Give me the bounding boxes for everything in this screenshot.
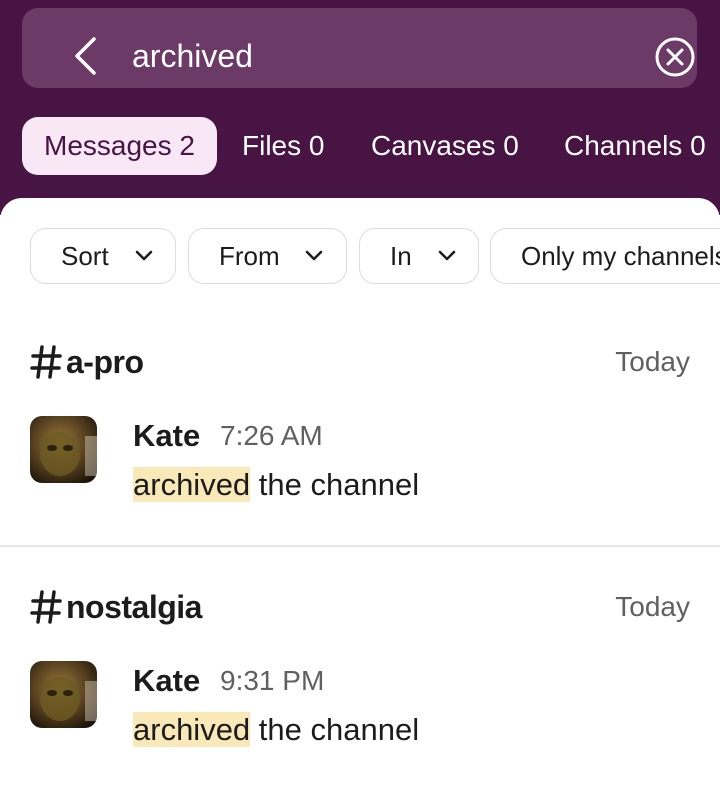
chevron-down-icon: [135, 250, 153, 261]
in-filter-button[interactable]: In: [359, 228, 479, 284]
message-author[interactable]: Kate: [133, 661, 200, 701]
avatar[interactable]: [30, 416, 97, 483]
results-panel: Sort From In Only my channels a-pro Toda…: [0, 198, 720, 798]
tab-channels[interactable]: Channels 0: [564, 117, 706, 175]
search-highlight: archived: [133, 467, 251, 502]
clear-search-icon[interactable]: [654, 36, 696, 78]
only-my-channels-label: Only my channels: [521, 241, 720, 271]
from-filter-label: From: [219, 241, 280, 271]
message-text[interactable]: archived the channel: [133, 707, 419, 753]
message-author[interactable]: Kate: [133, 416, 200, 456]
message-time: 9:31 PM: [220, 665, 325, 696]
message-text[interactable]: archived the channel: [133, 462, 419, 508]
sort-filter-label: Sort: [61, 241, 109, 271]
divider: [0, 545, 720, 547]
tab-canvases[interactable]: Canvases 0: [371, 117, 519, 175]
hash-icon: [30, 590, 62, 624]
channel-header[interactable]: a-pro Today: [30, 338, 690, 388]
search-highlight: archived: [133, 712, 251, 747]
tab-files[interactable]: Files 0: [242, 117, 324, 175]
search-input[interactable]: archived: [132, 32, 253, 80]
channel-header[interactable]: nostalgia Today: [30, 583, 690, 633]
avatar-image: [30, 661, 97, 728]
result-tabs: Messages 2 Files 0 Canvases 0 Channels 0: [22, 117, 720, 175]
message-body: the channel: [250, 467, 420, 502]
message-body: the channel: [250, 712, 420, 747]
search-header: archived Messages 2 Files 0 Canvases 0 C…: [0, 0, 720, 215]
avatar[interactable]: [30, 661, 97, 728]
tab-messages[interactable]: Messages 2: [22, 117, 217, 175]
only-my-channels-filter-button[interactable]: Only my channels: [490, 228, 720, 284]
avatar-image: [30, 416, 97, 483]
filter-chips: Sort From In Only my channels: [30, 228, 720, 286]
back-arrow-icon[interactable]: [72, 36, 98, 76]
chevron-down-icon: [305, 250, 323, 261]
channel-name: nostalgia: [66, 589, 202, 625]
chevron-down-icon: [438, 250, 456, 261]
search-bar[interactable]: archived: [22, 8, 697, 88]
channel-name: a-pro: [66, 344, 144, 380]
hash-icon: [30, 345, 62, 379]
sort-filter-button[interactable]: Sort: [30, 228, 176, 284]
result-date: Today: [615, 591, 690, 622]
result-group: a-pro Today Kate 7:26 AM archived the ch…: [0, 338, 720, 538]
in-filter-label: In: [390, 241, 412, 271]
result-group: nostalgia Today Kate 9:31 PM archived th…: [0, 583, 720, 783]
result-date: Today: [615, 346, 690, 377]
from-filter-button[interactable]: From: [188, 228, 347, 284]
message-time: 7:26 AM: [220, 420, 323, 451]
